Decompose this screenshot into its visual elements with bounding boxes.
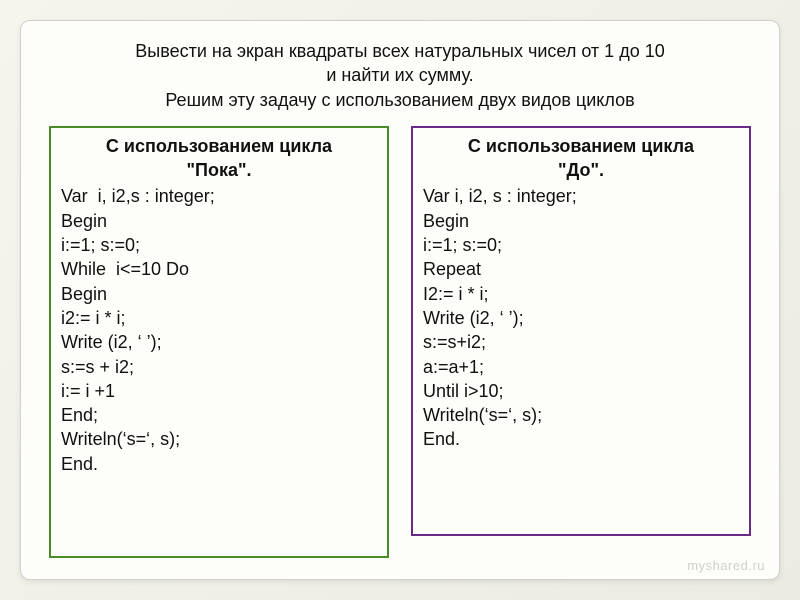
- while-loop-box: С использованием цикла "Пока". Var i, i2…: [49, 126, 389, 558]
- task-line-3: Решим эту задачу с использованием двух в…: [165, 90, 634, 110]
- columns: С использованием цикла "Пока". Var i, i2…: [43, 126, 757, 558]
- repeat-loop-box: С использованием цикла "До". Var i, i2, …: [411, 126, 751, 536]
- repeat-title-line-2: "До".: [558, 160, 604, 180]
- repeat-title-line-1: С использованием цикла: [468, 136, 694, 156]
- task-line-1: Вывести на экран квадраты всех натуральн…: [135, 41, 664, 61]
- while-title-line-1: С использованием цикла: [106, 136, 332, 156]
- repeat-loop-title: С использованием цикла "До".: [423, 134, 739, 183]
- watermark: myshared.ru: [687, 558, 765, 573]
- while-loop-code: Var i, i2,s : integer; Begin i:=1; s:=0;…: [61, 184, 377, 476]
- task-statement: Вывести на экран квадраты всех натуральн…: [43, 39, 757, 112]
- while-title-line-2: "Пока".: [186, 160, 251, 180]
- while-loop-title: С использованием цикла "Пока".: [61, 134, 377, 183]
- task-line-2: и найти их сумму.: [326, 65, 473, 85]
- repeat-loop-code: Var i, i2, s : integer; Begin i:=1; s:=0…: [423, 184, 739, 451]
- slide-card: Вывести на экран квадраты всех натуральн…: [20, 20, 780, 580]
